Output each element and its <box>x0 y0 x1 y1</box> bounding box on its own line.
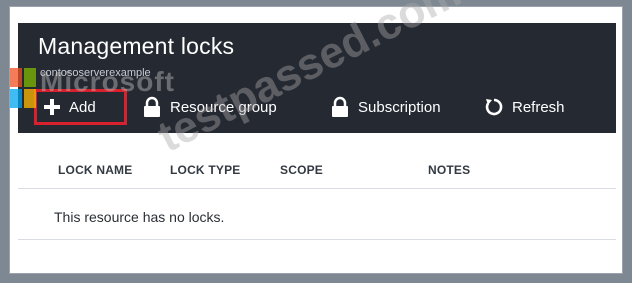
resource-group-label: Resource group <box>170 98 277 116</box>
brand-watermark: Microsoft <box>40 66 175 97</box>
plus-icon <box>44 99 60 115</box>
table-empty-row: This resource has no locks. <box>18 189 616 240</box>
refresh-button[interactable]: Refresh <box>484 89 565 125</box>
lock-icon <box>332 96 348 117</box>
locks-table: LOCK NAME LOCK TYPE SCOPE NOTES This res… <box>18 148 616 240</box>
column-header-scope[interactable]: SCOPE <box>280 163 323 177</box>
add-label: Add <box>69 98 96 116</box>
refresh-label: Refresh <box>512 98 565 116</box>
microsoft-logo-watermark <box>10 68 36 108</box>
column-header-lock-name[interactable]: LOCK NAME <box>58 163 132 177</box>
subscription-button[interactable]: Subscription <box>330 89 441 125</box>
blade-title: Management locks <box>38 33 235 59</box>
empty-message: This resource has no locks. <box>54 209 225 225</box>
column-header-lock-type[interactable]: LOCK TYPE <box>170 163 240 177</box>
subscription-label: Subscription <box>358 98 441 116</box>
column-header-notes[interactable]: NOTES <box>428 163 470 177</box>
table-header: LOCK NAME LOCK TYPE SCOPE NOTES <box>18 148 616 189</box>
lock-icon <box>144 96 160 117</box>
refresh-icon <box>485 98 503 116</box>
